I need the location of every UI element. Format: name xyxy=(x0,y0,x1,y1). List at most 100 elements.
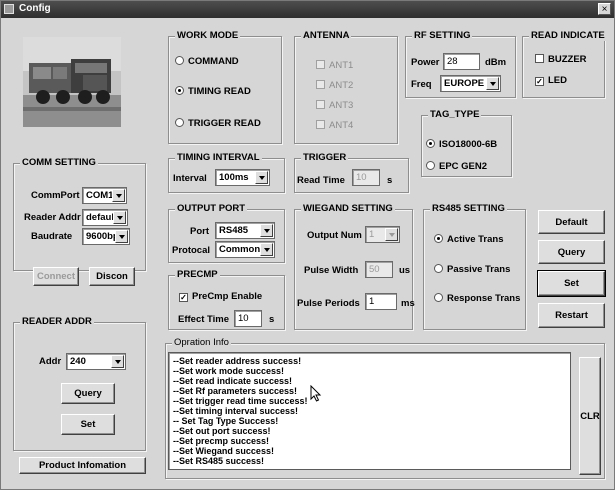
radio-trigger-read[interactable]: TRIGGER READ xyxy=(175,118,261,129)
radio-circle-icon[interactable] xyxy=(175,56,184,65)
radio-passive-trans[interactable]: Passive Trans xyxy=(434,264,510,275)
baudrate-select[interactable]: 9600bp xyxy=(82,228,130,245)
radio-selected-icon[interactable] xyxy=(175,86,184,95)
pulse-periods-input[interactable]: 1 xyxy=(365,293,397,310)
led-checkbox[interactable]: ✓ LED xyxy=(535,75,567,86)
log-line: --Set out port success! xyxy=(173,426,271,436)
window-title: Config xyxy=(19,3,51,14)
mouse-pointer-icon xyxy=(310,384,322,406)
radio-active-trans[interactable]: Active Trans xyxy=(434,234,504,245)
operation-log[interactable]: --Set reader address success! --Set work … xyxy=(168,352,571,470)
chevron-down-icon[interactable] xyxy=(260,224,273,237)
interval-select[interactable]: 100ms xyxy=(215,169,270,186)
read-time-unit: s xyxy=(387,175,393,186)
chevron-down-icon[interactable] xyxy=(260,243,273,256)
antenna-title: ANTENNA xyxy=(301,30,352,41)
radio-selected-icon[interactable] xyxy=(434,234,443,243)
ant2-checkbox[interactable]: ANT2 xyxy=(316,80,353,91)
chevron-down-icon[interactable] xyxy=(255,171,268,184)
precmp-enable-checkbox[interactable]: ✓ PreCmp Enable xyxy=(179,291,262,302)
checkbox-icon[interactable] xyxy=(316,60,325,69)
buzzer-checkbox[interactable]: BUZZER xyxy=(535,54,587,65)
freq-select[interactable]: EUROPE xyxy=(440,75,501,92)
radio-response-trans[interactable]: Response Trans xyxy=(434,293,520,304)
rs485-setting-title: RS485 SETTING xyxy=(430,203,507,214)
baudrate-value: 9600bp xyxy=(86,231,119,242)
wiegand-setting-title: WIEGAND SETTING xyxy=(301,203,395,214)
chevron-down-icon[interactable] xyxy=(115,230,128,243)
ant3-checkbox[interactable]: ANT3 xyxy=(316,100,353,111)
addr-set-button[interactable]: Set xyxy=(61,414,115,435)
comm-setting-title: COMM SETTING xyxy=(20,157,98,168)
buzzer-label: BUZZER xyxy=(548,54,587,65)
addr-select[interactable]: 240 xyxy=(66,353,126,370)
check-icon[interactable]: ✓ xyxy=(535,77,544,86)
checkbox-icon[interactable] xyxy=(316,120,325,129)
freq-value: EUROPE xyxy=(444,78,485,89)
ant4-checkbox[interactable]: ANT4 xyxy=(316,120,353,131)
power-input[interactable]: 28 xyxy=(443,53,480,70)
chevron-down-icon[interactable] xyxy=(112,189,125,202)
close-button[interactable]: × xyxy=(598,3,611,15)
radio-trigger-read-label: TRIGGER READ xyxy=(188,118,261,129)
radio-selected-icon[interactable] xyxy=(426,139,435,148)
reader-addr-select[interactable]: default xyxy=(82,209,128,226)
checkbox-icon[interactable] xyxy=(316,80,325,89)
radio-circle-icon[interactable] xyxy=(426,161,435,170)
radio-epc-gen2[interactable]: EPC GEN2 xyxy=(426,161,487,172)
led-label: LED xyxy=(548,75,567,86)
addr-label: Addr xyxy=(39,356,62,367)
checkbox-icon[interactable] xyxy=(316,100,325,109)
set-button[interactable]: Set xyxy=(537,270,606,297)
chevron-down-icon[interactable] xyxy=(111,355,124,368)
product-info-button[interactable]: Product Infomation xyxy=(19,457,146,474)
radio-epc-gen2-label: EPC GEN2 xyxy=(439,161,488,172)
log-line: --Set work mode success! xyxy=(173,366,285,376)
app-icon xyxy=(4,4,14,14)
checkbox-icon[interactable] xyxy=(535,54,544,63)
pulse-width-label: Pulse Width xyxy=(304,265,359,276)
ant1-checkbox[interactable]: ANT1 xyxy=(316,60,353,71)
default-button[interactable]: Default xyxy=(538,210,605,234)
output-num-select[interactable]: 1 xyxy=(365,226,400,243)
effect-time-input[interactable]: 10 xyxy=(234,310,262,327)
radio-response-trans-label: Response Trans xyxy=(447,293,521,304)
disconnect-button[interactable]: Discon xyxy=(89,267,135,286)
pulse-width-input[interactable]: 50 xyxy=(365,261,393,278)
clear-button[interactable]: CLR xyxy=(579,357,601,475)
protocal-select[interactable]: Common xyxy=(215,241,275,258)
tag-type-title: TAG_TYPE xyxy=(428,109,482,120)
pulse-periods-label: Pulse Periods xyxy=(297,298,360,309)
log-line: --Set reader address success! xyxy=(173,356,302,366)
read-indicate-group: READ INDICATE xyxy=(522,30,607,98)
reader-addr-title: READER ADDR xyxy=(20,316,94,327)
read-indicate-title: READ INDICATE xyxy=(529,30,607,41)
radio-circle-icon[interactable] xyxy=(434,293,443,302)
chevron-down-icon[interactable] xyxy=(113,211,126,224)
commport-select[interactable]: COM1 xyxy=(82,187,127,204)
commport-label: CommPort xyxy=(31,190,80,201)
addr-query-button[interactable]: Query xyxy=(61,383,115,404)
ant2-label: ANT2 xyxy=(329,80,354,91)
effect-time-unit: s xyxy=(269,314,275,325)
chevron-down-icon[interactable] xyxy=(486,77,499,90)
log-line: --Set Wiegand success! xyxy=(173,446,274,456)
query-button[interactable]: Query xyxy=(538,240,605,264)
chevron-down-icon[interactable] xyxy=(385,228,398,241)
radio-circle-icon[interactable] xyxy=(434,264,443,273)
log-line: --Set timing interval success! xyxy=(173,406,299,416)
radio-command-label: COMMAND xyxy=(188,56,239,67)
port-select[interactable]: RS485 xyxy=(215,222,275,239)
log-line: -- Set Tag Type Success! xyxy=(173,416,279,426)
restart-button[interactable]: Restart xyxy=(538,303,605,328)
connect-button[interactable]: Connect xyxy=(33,267,79,286)
radio-circle-icon[interactable] xyxy=(175,118,184,127)
radio-command[interactable]: COMMAND xyxy=(175,56,239,67)
read-time-input[interactable]: 10 xyxy=(352,169,380,186)
radio-timing-read[interactable]: TIMING READ xyxy=(175,86,251,97)
addr-value: 240 xyxy=(70,356,86,367)
check-icon[interactable]: ✓ xyxy=(179,293,188,302)
config-window: Config × COMM SETTING CommPort COM1 Read… xyxy=(0,0,615,490)
interval-label: Interval xyxy=(173,173,207,184)
radio-iso18000[interactable]: ISO18000-6B xyxy=(426,139,497,150)
